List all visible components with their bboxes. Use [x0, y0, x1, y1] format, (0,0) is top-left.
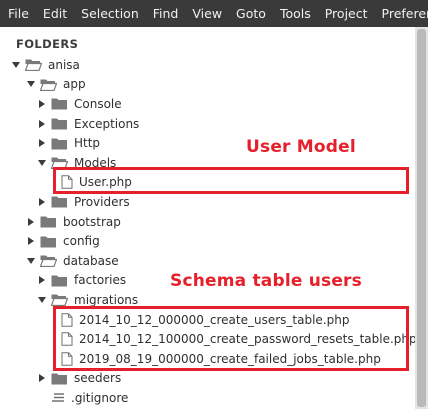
tree-item-label: bootstrap — [63, 214, 121, 229]
schema-table-highlight-box — [53, 306, 409, 371]
tree-item-label: seeders — [74, 371, 122, 386]
collapsed-arrow-icon[interactable] — [37, 99, 46, 109]
folder-providers[interactable]: Providers — [0, 192, 415, 212]
folder-icon — [51, 274, 68, 287]
tree-item-label: Providers — [74, 194, 130, 209]
collapsed-arrow-icon[interactable] — [37, 119, 46, 129]
collapsed-arrow-icon[interactable] — [37, 373, 46, 383]
user-model-highlight-box — [53, 167, 409, 194]
folder-icon — [51, 195, 68, 208]
menu-file[interactable]: File — [0, 0, 36, 27]
folder-anisa[interactable]: anisa — [0, 55, 415, 75]
folder-icon — [40, 235, 57, 248]
folder-app[interactable]: app — [0, 75, 415, 95]
expanded-arrow-icon[interactable] — [37, 158, 46, 168]
collapsed-arrow-icon[interactable] — [26, 217, 35, 227]
open-folder-icon — [40, 254, 57, 268]
folder-icon — [51, 97, 68, 110]
user-model-annotation: User Model — [246, 137, 356, 157]
expanded-arrow-icon[interactable] — [26, 79, 35, 89]
tree-item-label: migrations — [74, 292, 139, 307]
menu-selection[interactable]: Selection — [74, 0, 146, 27]
tree-item-label: anisa — [48, 57, 80, 72]
tree-item-label: factories — [74, 273, 127, 288]
expanded-arrow-icon[interactable] — [11, 60, 20, 70]
collapsed-arrow-icon[interactable] — [37, 197, 46, 207]
tree-item-label: config — [63, 234, 100, 249]
tree-item-label: app — [63, 77, 86, 92]
open-folder-icon — [51, 293, 68, 307]
open-folder-icon — [25, 58, 42, 72]
tree-item-label: .gitignore — [71, 390, 129, 405]
folder-icon — [51, 137, 68, 150]
file-gitignore[interactable]: .gitignore — [0, 388, 415, 408]
folder-console[interactable]: Console — [0, 94, 415, 114]
menu-bar: File Edit Selection Find View Goto Tools Projec… — [0, 0, 428, 27]
folders-sidebar: FOLDERS anisa app Console Exceptions Http Mod… — [0, 27, 415, 409]
collapsed-arrow-icon[interactable] — [37, 138, 46, 148]
menu-edit[interactable]: Edit — [36, 0, 74, 27]
folder-icon — [40, 215, 57, 228]
gitignore-icon — [51, 392, 65, 404]
tree-item-label: Console — [74, 96, 122, 111]
folder-icon — [51, 372, 68, 385]
folder-config[interactable]: config — [0, 231, 415, 251]
menu-project[interactable]: Project — [318, 0, 375, 27]
menu-tools[interactable]: Tools — [273, 0, 318, 27]
expanded-arrow-icon[interactable] — [37, 295, 46, 305]
menu-find[interactable]: Find — [146, 0, 186, 27]
folder-icon — [51, 117, 68, 130]
collapsed-arrow-icon[interactable] — [26, 236, 35, 246]
menu-preferences[interactable]: Preferences — [375, 0, 428, 27]
menu-goto[interactable]: Goto — [229, 0, 273, 27]
schema-table-annotation: Schema table users — [170, 271, 362, 291]
tree-item-label: database — [63, 253, 119, 268]
menu-view[interactable]: View — [185, 0, 229, 27]
collapsed-arrow-icon[interactable] — [37, 275, 46, 285]
open-folder-icon — [40, 78, 57, 91]
folder-database[interactable]: database — [0, 251, 415, 271]
sidebar-scrollbar[interactable] — [415, 27, 428, 409]
folders-section-title: FOLDERS — [16, 37, 79, 51]
tree-item-label: Http — [74, 136, 101, 151]
folder-bootstrap[interactable]: bootstrap — [0, 212, 415, 232]
scrollbar-thumb[interactable] — [417, 29, 426, 407]
folder-exceptions[interactable]: Exceptions — [0, 114, 415, 134]
folder-seeders[interactable]: seeders — [0, 369, 415, 389]
tree-item-label: Exceptions — [74, 116, 140, 131]
expanded-arrow-icon[interactable] — [26, 256, 35, 266]
